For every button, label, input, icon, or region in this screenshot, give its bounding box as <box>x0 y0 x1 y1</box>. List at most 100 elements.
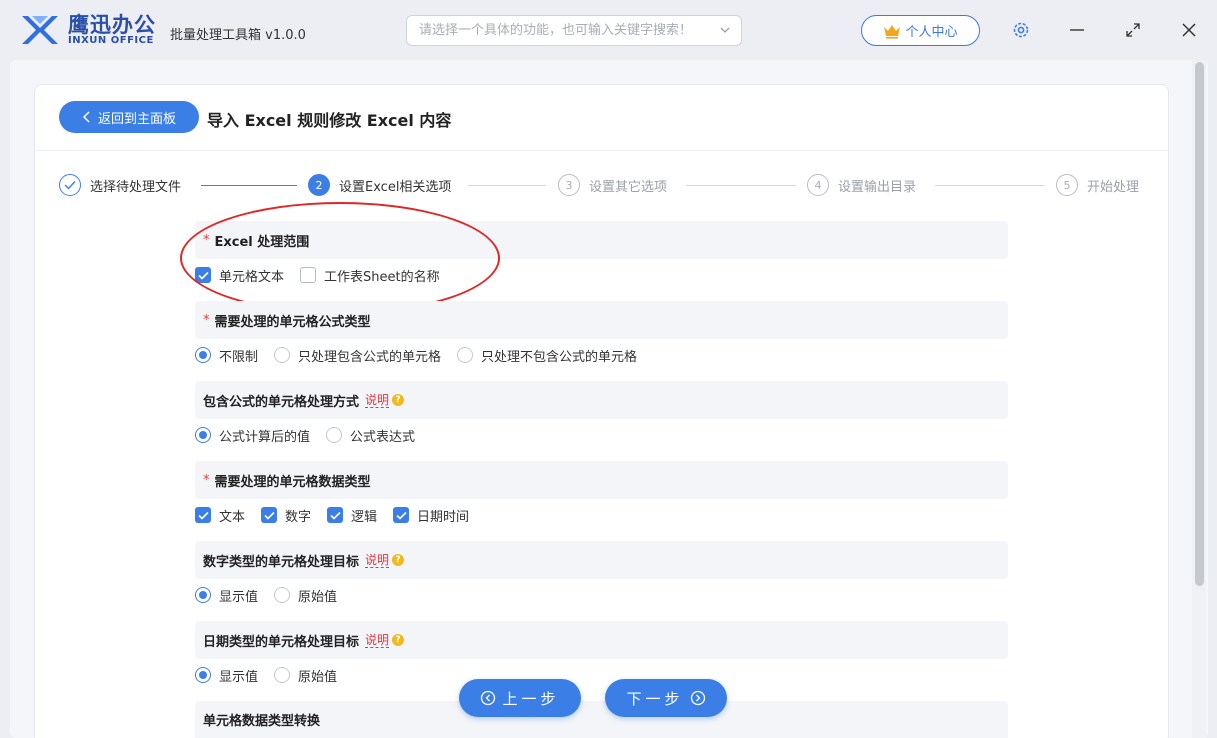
checkbox-checked[interactable] <box>327 507 344 523</box>
help-link[interactable]: 说明 <box>365 553 390 568</box>
radio-unselected[interactable] <box>274 347 291 363</box>
gear-icon[interactable] <box>1011 20 1031 40</box>
radio-selected[interactable] <box>195 347 211 363</box>
checkbox-checked[interactable] <box>195 507 211 523</box>
radio-unselected[interactable] <box>274 667 291 683</box>
option-label: 公式计算后的值 <box>219 429 311 445</box>
step-5[interactable]: 5 开始处理 <box>1056 174 1139 196</box>
range-options: 单元格文本 工作表Sheet的名称 <box>195 264 456 286</box>
step-label: 设置输出目录 <box>838 179 917 195</box>
user-center-button[interactable]: 个人中心 <box>861 15 980 46</box>
next-step-label: 下一步 <box>626 689 684 708</box>
number-target-raw[interactable]: 原始值 <box>274 586 337 605</box>
step-4[interactable]: 4 设置输出目录 <box>807 174 916 196</box>
step-label: 设置Excel相关选项 <box>339 179 452 195</box>
option-label: 原始值 <box>298 669 338 685</box>
close-icon[interactable] <box>1179 20 1199 40</box>
app-title: 批量处理工具箱 v1.0.0 <box>170 28 306 43</box>
user-center-label: 个人中心 <box>905 25 958 40</box>
help-icon[interactable]: ? <box>392 554 405 566</box>
chevron-down-icon[interactable] <box>719 24 731 36</box>
range-option-sheet-name[interactable]: 工作表Sheet的名称 <box>300 266 440 285</box>
circle-chevron-right-icon <box>690 690 705 706</box>
option-label: 显示值 <box>219 669 259 685</box>
step-label: 开始处理 <box>1087 179 1140 195</box>
section-title: 数字类型的单元格处理目标 <box>203 554 360 570</box>
date-target-options: 显示值 原始值 <box>195 664 353 686</box>
checkbox-checked[interactable] <box>393 507 410 523</box>
function-search[interactable] <box>406 15 742 46</box>
option-label: 日期时间 <box>417 509 470 525</box>
section-formula-mode: 包含公式的单元格处理方式 说明 ? <box>195 381 1008 419</box>
help-icon[interactable]: ? <box>392 394 405 406</box>
circle-chevron-left-icon <box>481 690 496 706</box>
maximize-icon[interactable] <box>1123 20 1143 40</box>
next-step-button[interactable]: 下一步 <box>605 679 727 717</box>
required-mark: * <box>203 472 210 488</box>
checkbox-unchecked[interactable] <box>300 267 317 283</box>
section-title: Excel 处理范围 <box>214 234 310 250</box>
formula-mode-expression[interactable]: 公式表达式 <box>326 426 415 445</box>
help-link[interactable]: 说明 <box>365 633 390 648</box>
checkbox-checked[interactable] <box>261 507 278 523</box>
date-target-display[interactable]: 显示值 <box>195 666 258 685</box>
required-mark: * <box>203 312 210 328</box>
step-connector <box>468 185 546 186</box>
formula-mode-calculated[interactable]: 公式计算后的值 <box>195 426 310 445</box>
option-label: 显示值 <box>219 589 259 605</box>
step-label: 选择待处理文件 <box>90 179 182 195</box>
step-connector <box>201 185 297 186</box>
scrollbar-thumb[interactable] <box>1195 62 1204 586</box>
radio-unselected[interactable] <box>274 587 291 603</box>
number-target-display[interactable]: 显示值 <box>195 586 258 605</box>
data-type-number[interactable]: 数字 <box>261 506 311 525</box>
radio-selected[interactable] <box>195 667 211 683</box>
section-title: 需要处理的单元格数据类型 <box>214 474 371 490</box>
required-mark: * <box>203 232 210 248</box>
data-type-text[interactable]: 文本 <box>195 506 245 525</box>
formula-type-without-formula[interactable]: 只处理不包含公式的单元格 <box>457 346 637 365</box>
section-title: 需要处理的单元格公式类型 <box>214 314 371 330</box>
formula-type-no-limit[interactable]: 不限制 <box>195 346 258 365</box>
help-link[interactable]: 说明 <box>365 393 390 408</box>
formula-mode-options: 公式计算后的值 公式表达式 <box>195 424 431 446</box>
step-3[interactable]: 3 设置其它选项 <box>558 174 667 196</box>
search-input[interactable] <box>407 16 697 45</box>
help-icon[interactable]: ? <box>392 634 405 646</box>
radio-unselected[interactable] <box>457 347 474 363</box>
data-type-datetime[interactable]: 日期时间 <box>393 506 469 525</box>
option-label: 数字 <box>285 509 312 525</box>
section-number-target: 数字类型的单元格处理目标 说明 ? <box>195 541 1008 579</box>
section-type-convert: 单元格数据类型转换 <box>195 701 1008 738</box>
option-label: 单元格文本 <box>219 269 285 285</box>
option-label: 文本 <box>219 509 246 525</box>
option-label: 工作表Sheet的名称 <box>324 269 440 285</box>
option-label: 只处理不包含公式的单元格 <box>481 349 638 365</box>
back-to-dashboard-button[interactable]: 返回到主面板 <box>59 101 199 133</box>
minimize-icon[interactable] <box>1067 20 1087 40</box>
formula-type-options: 不限制 只处理包含公式的单元格 只处理不包含公式的单元格 <box>195 344 653 366</box>
step-number: 4 <box>807 174 829 196</box>
date-target-raw[interactable]: 原始值 <box>274 666 337 685</box>
range-option-cell-text[interactable]: 单元格文本 <box>195 266 284 285</box>
radio-unselected[interactable] <box>326 427 343 443</box>
option-label: 不限制 <box>219 349 259 365</box>
radio-selected[interactable] <box>195 427 211 443</box>
page-title: 导入 Excel 规则修改 Excel 内容 <box>207 111 452 130</box>
step-1[interactable]: 选择待处理文件 <box>59 174 181 196</box>
radio-selected[interactable] <box>195 587 211 603</box>
data-type-options: 文本 数字 逻辑 日期时间 <box>195 504 485 526</box>
option-label: 逻辑 <box>351 509 378 525</box>
prev-step-button[interactable]: 上一步 <box>459 679 581 717</box>
data-type-logic[interactable]: 逻辑 <box>327 506 377 525</box>
step-label: 设置其它选项 <box>589 179 668 195</box>
chevron-left-icon <box>82 111 90 123</box>
checkbox-checked[interactable] <box>195 267 211 283</box>
step-2[interactable]: 2 设置Excel相关选项 <box>308 174 451 196</box>
option-label: 公式表达式 <box>350 429 416 445</box>
back-button-label: 返回到主面板 <box>97 111 176 127</box>
logo-icon <box>22 16 58 44</box>
formula-type-with-formula[interactable]: 只处理包含公式的单元格 <box>274 346 441 365</box>
section-data-type: * 需要处理的单元格数据类型 <box>195 461 1008 499</box>
section-formula-type: * 需要处理的单元格公式类型 <box>195 301 1008 339</box>
